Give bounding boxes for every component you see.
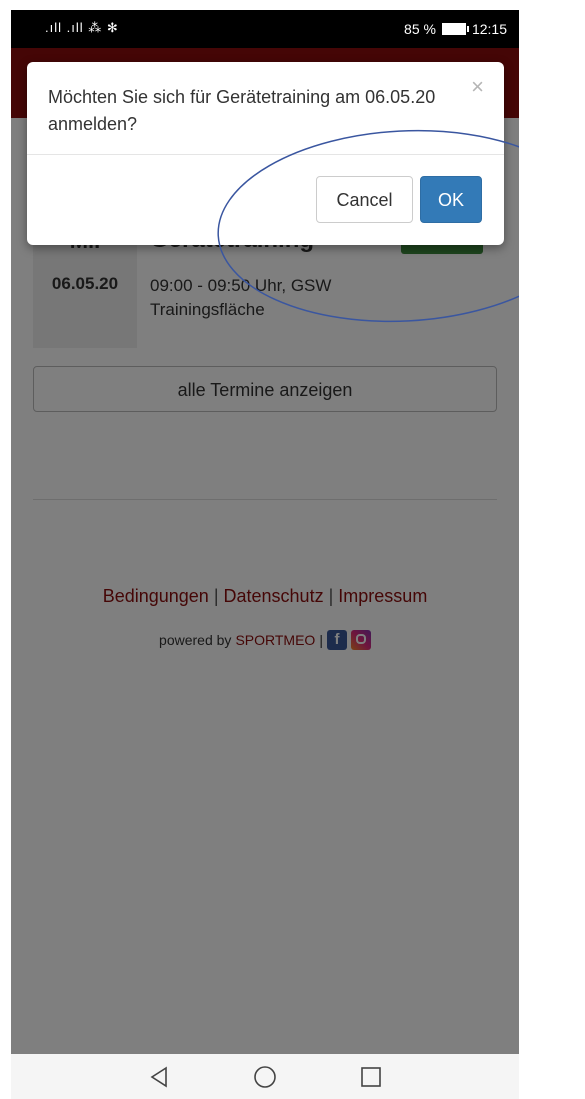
- cancel-button[interactable]: Cancel: [316, 176, 413, 223]
- signal-indicators: .ıll .ıll ⁂ ✻: [45, 20, 119, 35]
- status-right: 85 % 12:15: [404, 21, 507, 37]
- status-bar: .ıll .ıll ⁂ ✻ 85 % 12:15: [11, 10, 519, 48]
- home-icon[interactable]: [251, 1063, 279, 1091]
- phone-screen: .ıll .ıll ⁂ ✻ 85 % 12:15 Mi. 06.05.20 Ge…: [11, 10, 519, 1099]
- confirm-dialog: Möchten Sie sich für Gerätetraining am 0…: [27, 62, 504, 245]
- dialog-message: Möchten Sie sich für Gerätetraining am 0…: [48, 87, 436, 134]
- battery-percent: 85 %: [404, 21, 436, 37]
- back-icon[interactable]: [145, 1063, 173, 1091]
- close-icon[interactable]: ×: [471, 74, 484, 100]
- navigation-bar: [11, 1054, 519, 1099]
- dialog-divider: [27, 154, 504, 155]
- clock: 12:15: [471, 21, 507, 37]
- battery-icon: [441, 23, 469, 35]
- ok-button[interactable]: OK: [420, 176, 482, 223]
- recents-icon[interactable]: [357, 1063, 385, 1091]
